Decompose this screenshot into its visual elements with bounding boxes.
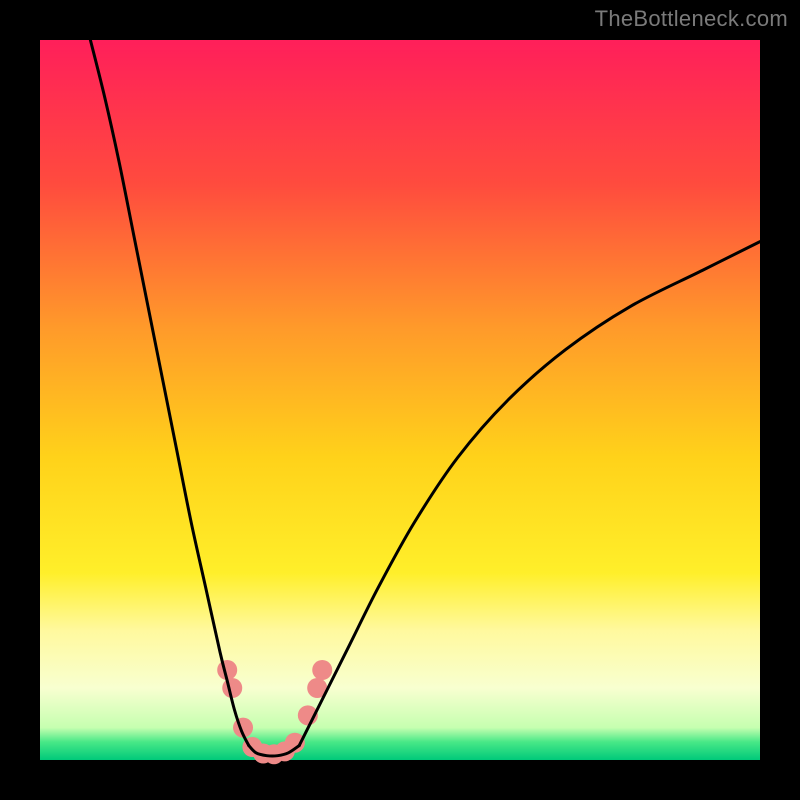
marker-dot <box>312 660 332 680</box>
chart-frame: TheBottleneck.com <box>0 0 800 800</box>
marker-dot <box>222 678 242 698</box>
curve-left-branch <box>90 40 248 746</box>
curve-layer <box>40 40 760 760</box>
plot-area <box>40 40 760 760</box>
curve-right-branch <box>299 242 760 746</box>
watermark-text: TheBottleneck.com <box>595 6 788 32</box>
